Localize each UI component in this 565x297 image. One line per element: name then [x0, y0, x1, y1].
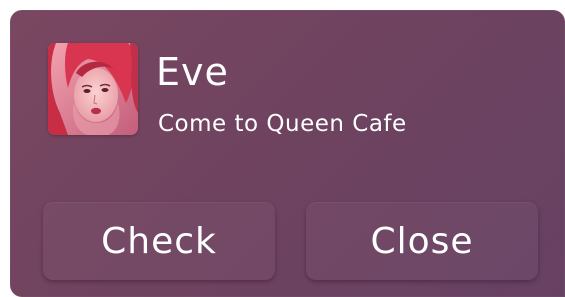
sender-name: Eve — [156, 50, 229, 94]
message-notification-dialog: Eve Come to Queen Cafe Check Close — [10, 10, 565, 297]
close-button[interactable]: Close — [306, 202, 538, 280]
contact-avatar — [48, 43, 138, 135]
avatar-portrait-icon — [48, 43, 138, 135]
check-button[interactable]: Check — [43, 202, 275, 280]
notification-message: Come to Queen Cafe — [158, 111, 407, 137]
